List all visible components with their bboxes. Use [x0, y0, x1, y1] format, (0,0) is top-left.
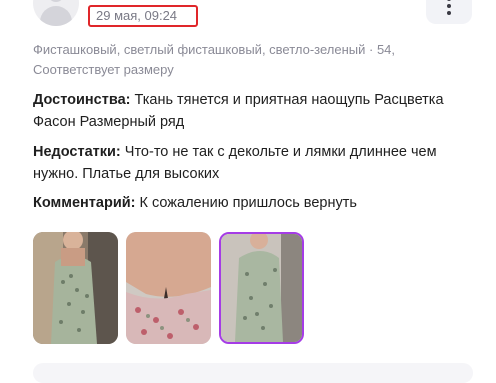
cons-label: Недостатки: [33, 144, 121, 160]
neckline-closeup-image [126, 232, 211, 344]
review-photo-neckline-closeup[interactable] [126, 232, 211, 344]
more-vertical-icon [447, 0, 451, 15]
review-cons: Недостатки: Что-то не так с декольте и л… [33, 141, 473, 185]
more-options-button[interactable] [426, 0, 472, 24]
comment-label: Комментарий: [33, 195, 136, 211]
review-photo-dress-front[interactable] [33, 232, 118, 344]
pros-label: Достоинства: [33, 92, 131, 108]
avatar-body-shape [40, 6, 72, 26]
comment-text: К сожалению пришлось вернуть [139, 195, 357, 211]
review-photo-dress-mirror[interactable] [219, 232, 304, 344]
product-variant-info: Фисташковый, светлый фисташковый, светло… [33, 42, 396, 77]
dress-front-image [33, 232, 118, 344]
user-avatar [33, 0, 79, 26]
review-comment: Комментарий: К сожалению пришлось вернут… [33, 192, 473, 214]
avatar-head-shape [48, 0, 64, 2]
review-photos [33, 232, 304, 344]
dress-mirror-image [221, 234, 302, 342]
next-review-card [33, 363, 473, 383]
review-pros: Достоинства: Ткань тянется и приятная на… [33, 89, 473, 133]
review-date: 29 мая, 09:24 [88, 5, 198, 27]
